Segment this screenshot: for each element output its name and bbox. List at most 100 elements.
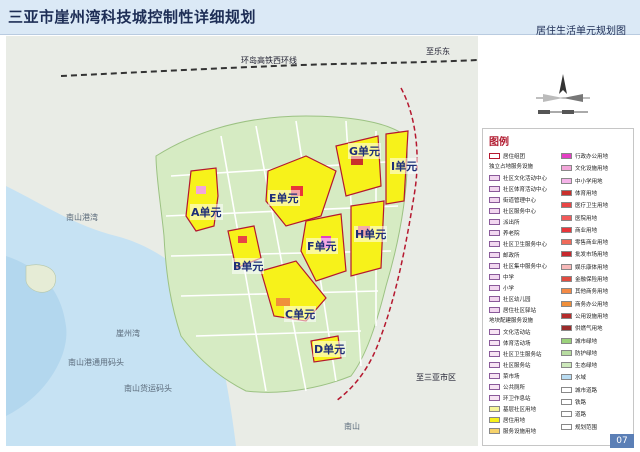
legend-item: 小学: [489, 283, 514, 293]
top-right-label: 至乐东: [426, 47, 450, 56]
legend-item: 医院用地: [561, 213, 597, 223]
legend-swatch: [489, 219, 500, 225]
land-use-map[interactable]: A单元 B单元 C单元 D单元 E单元 F单元 G单元 H单元 I单元 环岛高铁…: [6, 36, 478, 446]
legend-item: 社区服务中心: [489, 206, 536, 216]
legend-label: 城市绿地: [575, 338, 598, 345]
legend-item: 金融保险用地: [561, 274, 608, 284]
legend-item: 社区服务站: [489, 360, 531, 370]
legend-swatch: [489, 373, 500, 379]
page-title: 三亚市崖州湾科技城控制性详细规划: [8, 8, 257, 26]
legend-swatch: [489, 395, 500, 401]
legend-swatch: [561, 362, 572, 369]
legend-swatch: [561, 226, 572, 233]
legend-label: 菜市场: [503, 374, 520, 380]
unit-c-facility: [276, 298, 290, 306]
legend-label: 规划范围: [575, 424, 598, 431]
legend-swatch: [489, 384, 500, 390]
legend-swatch: [561, 337, 572, 344]
legend-swatch: [561, 239, 572, 246]
legend-swatch: [561, 251, 572, 258]
legend-swatch: [561, 214, 572, 221]
legend-item: 社区体育活动中心: [489, 184, 547, 194]
legend-item: 街道管理中心: [489, 195, 536, 205]
legend-swatch: [561, 349, 572, 356]
legend-label: 派出所: [503, 220, 520, 226]
legend-item: 公用设施用地: [561, 311, 608, 321]
legend-item: 生态绿地: [561, 360, 597, 370]
legend-item: 供燃气用地: [561, 323, 603, 333]
legend-swatch: [561, 263, 572, 270]
legend-label: 娱乐康体用地: [575, 264, 609, 271]
legend-label: 文化活动站: [503, 330, 531, 336]
legend-label: 批发市场用地: [575, 252, 609, 259]
legend-item: 水域: [561, 372, 586, 382]
legend-swatch: [561, 288, 572, 295]
legend-label: 零售商业用地: [575, 240, 609, 247]
legend-label: 中小学用地: [575, 178, 603, 185]
legend-label: 社区文化活动中心: [503, 176, 548, 182]
unit-a-block[interactable]: [185, 167, 219, 232]
legend-label: 社区卫生服务中心: [503, 242, 548, 248]
legend-label: 中学: [503, 275, 515, 281]
legend-swatch: [489, 263, 500, 269]
legend-item: 社区幼儿园: [489, 294, 531, 304]
legend-label: 供燃气用地: [575, 326, 603, 333]
legend-item: 其他商务用地: [561, 286, 608, 296]
legend-label: 服务设施用地: [503, 429, 537, 435]
north-arrow-icon: [536, 74, 590, 114]
legend-item: 居住组团: [489, 151, 525, 161]
legend-title: 图例: [489, 137, 509, 148]
legend-label: 铁路: [575, 400, 587, 406]
legend-item: 居住用地: [489, 415, 525, 425]
legend-swatch: [489, 428, 500, 434]
legend-label: 医疗卫生用地: [575, 203, 609, 210]
legend-swatch: [489, 362, 500, 368]
legend-label: 商业用地: [575, 227, 598, 234]
legend-item: 邮政所: [489, 250, 520, 260]
nanshan-label: 南山: [344, 422, 360, 431]
legend-swatch: [489, 417, 500, 423]
legend-label: 居住社区驿站: [503, 308, 537, 314]
legend-label: 社区集中服务中心: [503, 264, 548, 270]
port-a-label: 南山港通用码头: [68, 358, 124, 367]
legend-item: 城市道路: [561, 385, 597, 395]
legend-label: 防护绿地: [575, 350, 598, 357]
legend-item: 规划范围: [561, 422, 597, 432]
legend-swatch: [561, 374, 572, 381]
legend-label: 文化设施用地: [575, 166, 609, 173]
legend-swatch: [561, 300, 572, 307]
legend-item: 社区集中服务中心: [489, 261, 547, 271]
legend-label: 体育用地: [575, 190, 598, 197]
unit-b-label: B单元: [232, 258, 265, 274]
legend-swatch: [489, 307, 500, 313]
legend-item: 医疗卫生用地: [561, 200, 608, 210]
legend-label: 公共厕所: [503, 385, 526, 391]
legend-swatch: [561, 202, 572, 209]
legend-label: 社区卫生服务站: [503, 352, 542, 358]
unit-h-label: H单元: [354, 226, 388, 242]
unit-f-label: F单元: [306, 238, 338, 254]
legend-swatch: [561, 165, 572, 172]
legend-label: 街道管理中心: [503, 198, 537, 204]
legend-label: 社区服务中心: [503, 209, 537, 215]
legend-swatch: [561, 312, 572, 319]
legend-item: 中学: [489, 272, 514, 282]
legend-swatch: [489, 406, 500, 412]
legend-item: 行政办公用地: [561, 151, 608, 161]
legend-section-label: 独立占地服务设施: [489, 164, 534, 170]
unit-e-label: E单元: [268, 190, 300, 206]
unit-a-label: A单元: [190, 204, 223, 220]
map-canvas: [6, 59, 478, 446]
legend-label: 公用设施用地: [575, 313, 609, 320]
legend-label: 城市道路: [575, 387, 598, 394]
port-b-label: 南山货运码头: [124, 384, 172, 393]
plan-sheet: 三亚市崖州湾科技城控制性详细规划 居住生活单元规划图 A单元 B单元 C单元 D…: [0, 0, 640, 452]
legend-swatch: [489, 351, 500, 357]
header-bar: 三亚市崖州湾科技城控制性详细规划 居住生活单元规划图: [0, 0, 640, 37]
legend-swatch: [489, 252, 500, 258]
legend-label: 行政办公用地: [575, 154, 609, 160]
legend-swatch: [489, 175, 500, 181]
legend-item: 服务设施用地: [489, 426, 536, 436]
legend-item: 社区文化活动中心: [489, 173, 547, 183]
legend-label: 社区体育活动中心: [503, 187, 548, 193]
